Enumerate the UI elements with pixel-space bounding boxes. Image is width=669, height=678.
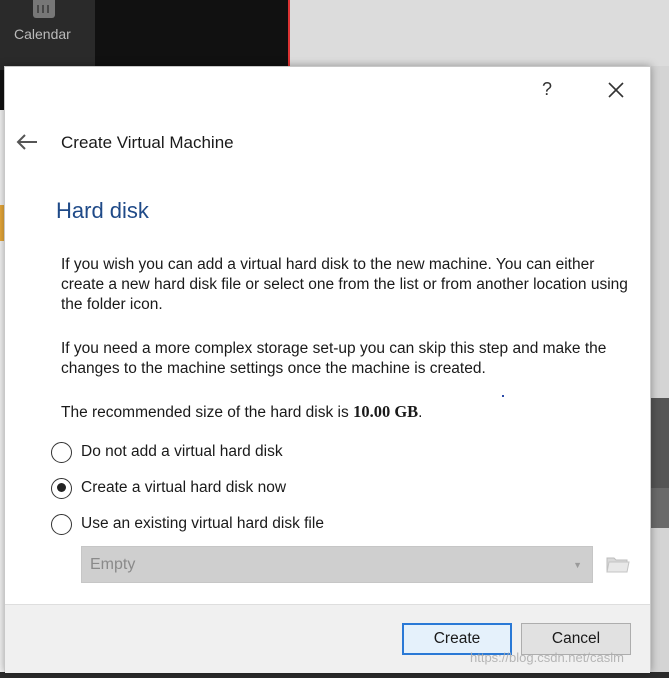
choose-disk-button[interactable] <box>605 551 631 577</box>
radio-label: Use an existing virtual hard disk file <box>81 515 324 532</box>
back-button[interactable] <box>15 131 41 153</box>
recommended-size-prefix: The recommended size of the hard disk is <box>61 404 354 421</box>
background-window <box>290 0 669 66</box>
create-vm-dialog: ? Create Virtual Machine Hard disk If yo… <box>4 66 651 673</box>
help-button[interactable]: ? <box>535 77 559 101</box>
close-button[interactable] <box>603 77 629 103</box>
dialog-titlebar: ? <box>5 67 650 111</box>
calendar-label: Calendar <box>14 26 71 42</box>
background-panel-2 <box>651 488 669 528</box>
recommended-size-text: The recommended size of the hard disk is… <box>61 402 636 423</box>
folder-icon <box>606 557 630 573</box>
recommended-size-value: 10.00 GB <box>353 402 419 421</box>
back-arrow-icon <box>16 134 37 150</box>
existing-disk-select[interactable]: Empty ▼ <box>81 546 593 583</box>
select-value: Empty <box>90 555 136 573</box>
radio-existing-disk[interactable]: Use an existing virtual hard disk file <box>51 511 324 537</box>
dropdown-arrow-icon: ▼ <box>573 559 582 570</box>
close-icon <box>608 82 624 98</box>
description-paragraph: If you wish you can add a virtual hard d… <box>61 256 628 313</box>
storage-note-paragraph: If you need a more complex storage set-u… <box>61 340 607 377</box>
radio-label: Create a virtual hard disk now <box>81 479 287 496</box>
background-panel <box>651 398 669 488</box>
calendar-tile[interactable]: Calendar <box>0 0 95 70</box>
stray-pixel <box>502 395 504 397</box>
radio-button[interactable] <box>51 477 72 499</box>
radio-create-disk[interactable]: Create a virtual hard disk now <box>51 475 286 501</box>
recommended-size-suffix: . <box>418 404 423 421</box>
calendar-icon <box>33 0 55 18</box>
section-title: Hard disk <box>56 198 149 223</box>
radio-button[interactable] <box>51 441 72 463</box>
radio-label: Do not add a virtual hard disk <box>81 443 283 460</box>
watermark: https://blog.csdn.net/caslm <box>470 650 624 665</box>
page-title: Create Virtual Machine <box>61 133 234 152</box>
radio-button[interactable] <box>51 513 72 535</box>
radio-no-disk[interactable]: Do not add a virtual hard disk <box>51 439 283 465</box>
